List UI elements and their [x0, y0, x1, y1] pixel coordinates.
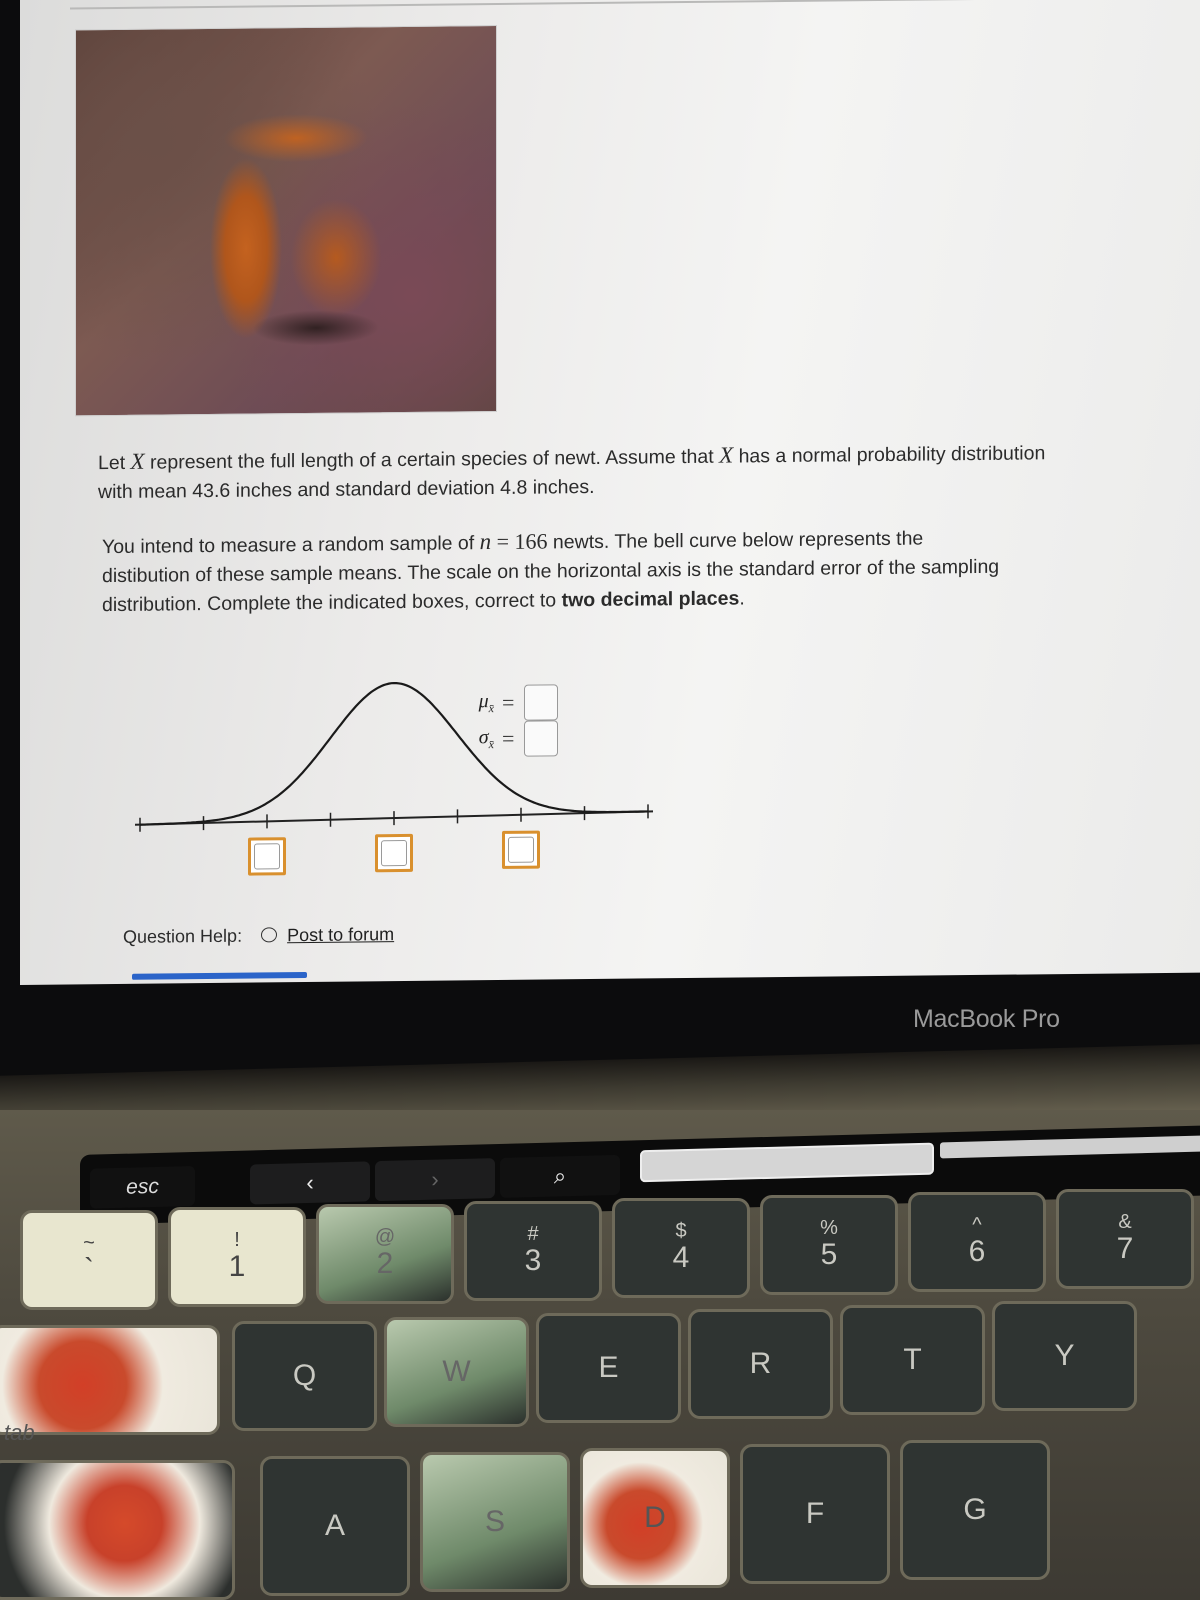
key-F[interactable]: F	[740, 1444, 890, 1584]
active-tab-indicator	[132, 971, 307, 980]
key-label: Y	[1054, 1339, 1075, 1372]
key-tab[interactable]	[0, 1325, 220, 1435]
top-divider	[70, 0, 1070, 10]
key-A[interactable]: A	[260, 1456, 410, 1596]
back-arrow-icon[interactable]: ‹	[250, 1161, 370, 1205]
equals-sign: =	[491, 528, 515, 555]
key-label: `	[84, 1253, 94, 1286]
text: .	[739, 587, 745, 610]
key-label: 2	[376, 1247, 394, 1280]
axis-value-input[interactable]	[502, 830, 540, 869]
sigma-input[interactable]	[524, 720, 559, 757]
key-label: 3	[524, 1244, 542, 1277]
key-3[interactable]: #3	[464, 1201, 602, 1301]
key-T[interactable]: T	[840, 1305, 985, 1415]
key-E[interactable]: E	[536, 1313, 681, 1423]
question-help: Question Help: Post to forum	[123, 924, 394, 948]
mu-label: μx̄	[478, 690, 494, 716]
forward-arrow-icon[interactable]: ›	[375, 1158, 495, 1202]
key-caps[interactable]	[0, 1460, 235, 1600]
mu-input[interactable]	[524, 684, 559, 721]
key-label: 6	[968, 1235, 986, 1268]
precision-emphasis: two decimal places	[561, 587, 740, 612]
key-1[interactable]: ! 1	[168, 1207, 306, 1307]
key-Y[interactable]: Y	[992, 1301, 1137, 1411]
tab-preview-thumbnail[interactable]	[640, 1142, 934, 1183]
post-to-forum-link[interactable]: Post to forum	[287, 924, 394, 945]
key-label: Q	[292, 1359, 317, 1392]
bell-curve-chart: μx̄ = σx̄ =	[100, 665, 680, 901]
text: Let	[98, 451, 131, 475]
key-shift-label: #	[527, 1223, 539, 1245]
key-shift-label: ~	[83, 1232, 95, 1254]
key-shift-label: $	[675, 1220, 687, 1242]
key-5[interactable]: % 5	[760, 1195, 898, 1295]
key-R[interactable]: R	[688, 1309, 833, 1419]
mu-row: μx̄ =	[450, 684, 559, 721]
key-W[interactable]: W	[384, 1317, 529, 1427]
sigma-label: σx̄	[478, 726, 494, 752]
speech-bubble-icon	[261, 927, 278, 943]
key-label: G	[963, 1493, 987, 1526]
axis-value-input[interactable]	[375, 833, 413, 873]
macbook-brand-label: MacBook Pro	[913, 1005, 1060, 1033]
tab-preview-thumbnail[interactable]	[940, 1134, 1200, 1159]
key-label: T	[903, 1343, 922, 1376]
key-shift-label: ^	[972, 1214, 982, 1236]
key-Q[interactable]: Q	[232, 1321, 377, 1431]
variable-n: n	[479, 529, 492, 555]
variable-x: X	[130, 448, 145, 474]
bell-curve	[139, 681, 648, 826]
search-icon[interactable]: ⌕	[500, 1154, 620, 1198]
screen-bezel: Details Let X represent the full length …	[0, 0, 1200, 1080]
key-4[interactable]: $4	[612, 1198, 750, 1298]
esc-key[interactable]: esc	[90, 1165, 195, 1209]
key-label: A	[324, 1509, 345, 1542]
question-paragraph-1: Let X represent the full length of a cer…	[98, 437, 1058, 507]
key-D[interactable]: D	[580, 1448, 730, 1588]
key-S[interactable]: S	[420, 1452, 570, 1592]
key-shift-label: !	[234, 1229, 240, 1251]
key-7[interactable]: & 7	[1056, 1189, 1194, 1289]
key-label: 1	[228, 1250, 246, 1283]
key-label: 4	[672, 1241, 690, 1274]
variable-x: X	[719, 442, 734, 468]
text: You intend to measure a random sample of	[102, 532, 480, 559]
axis-value-input[interactable]	[248, 837, 286, 876]
key-label: E	[598, 1351, 619, 1384]
sample-size: 166	[514, 528, 548, 554]
text: represent the full length of a certain s…	[144, 445, 720, 474]
browser-page: Details Let X represent the full length …	[20, 0, 1200, 985]
key-label: 7	[1116, 1232, 1134, 1265]
key-shift-label: @	[374, 1226, 396, 1248]
newt-photo	[75, 25, 497, 417]
key-G[interactable]: G	[900, 1440, 1050, 1580]
question-paragraph-2: You intend to measure a random sample of…	[102, 522, 1002, 620]
key-6[interactable]: ^ 6	[908, 1192, 1046, 1292]
key-label: S	[484, 1505, 505, 1538]
sigma-equals: =	[502, 725, 515, 751]
sigma-row: σx̄ =	[450, 720, 559, 757]
key-shift-label: &	[1118, 1211, 1132, 1233]
tab-key-label: tab	[4, 1420, 35, 1445]
key-label: W	[442, 1355, 471, 1388]
key-shift-label: %	[820, 1217, 838, 1239]
key-2[interactable]: @2	[316, 1204, 454, 1304]
question-help-label: Question Help:	[123, 925, 243, 947]
key-label: 5	[820, 1238, 838, 1271]
key-`[interactable]: ~ `	[20, 1210, 158, 1310]
key-label: D	[644, 1501, 666, 1534]
key-label: R	[749, 1347, 772, 1380]
key-label: F	[805, 1497, 825, 1530]
mu-equals: =	[502, 689, 515, 715]
